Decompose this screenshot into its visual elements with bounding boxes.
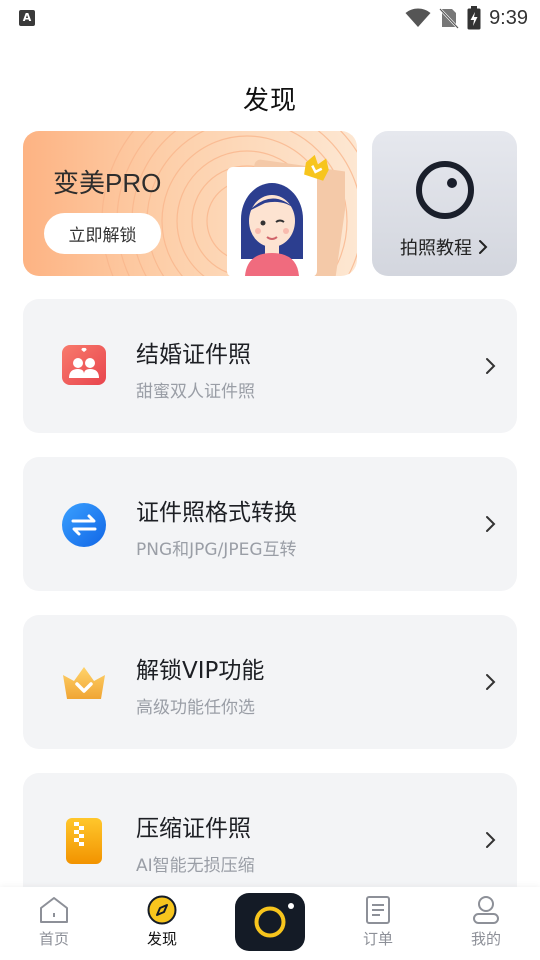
tab-label: 首页 <box>38 930 69 948</box>
order-icon <box>366 896 390 924</box>
tab-label: 发现 <box>146 930 177 948</box>
card-title: 压缩证件照 <box>136 816 251 842</box>
discover-screen: A 9:39 发现 变美PRO 立即解锁 拍照教程 结婚证件照 甜蜜双人证件照 … <box>0 0 540 960</box>
chevron-right-icon <box>479 240 488 254</box>
girl-portrait-illustration <box>227 154 345 276</box>
battery-charging-icon <box>467 6 481 30</box>
card-subtitle: AI智能无损压缩 <box>136 856 255 876</box>
card-subtitle: PNG和JPG/JPEG互转 <box>136 540 297 560</box>
camera-icon <box>254 903 294 938</box>
chevron-right-icon <box>486 832 496 848</box>
unlock-now-button[interactable]: 立即解锁 <box>44 213 161 254</box>
status-icons: 9:39 <box>405 6 528 30</box>
tab-orders[interactable]: 订单 <box>338 895 418 955</box>
bottom-navigation: 首页 发现 订单 我的 <box>0 887 540 960</box>
feature-card-format-convert[interactable]: 证件照格式转换 PNG和JPG/JPEG互转 <box>23 457 517 591</box>
tab-label: 订单 <box>362 930 393 948</box>
chevron-right-icon <box>486 674 496 690</box>
wifi-icon <box>405 8 431 27</box>
profile-icon <box>473 896 499 924</box>
camera-button[interactable] <box>235 893 305 951</box>
swap-icon <box>62 503 106 547</box>
status-bar: A 9:39 <box>0 0 540 36</box>
crown-icon <box>63 667 105 699</box>
tab-home[interactable]: 首页 <box>14 895 94 955</box>
pro-banner[interactable]: 变美PRO 立即解锁 <box>23 131 357 276</box>
lens-icon <box>416 161 474 219</box>
status-time: 9:39 <box>489 6 528 29</box>
card-subtitle: 高级功能任你选 <box>136 698 255 718</box>
card-title: 解锁VIP功能 <box>136 658 265 684</box>
feature-card-unlock-vip[interactable]: 解锁VIP功能 高级功能任你选 <box>23 615 517 749</box>
home-icon <box>40 897 68 923</box>
tab-profile[interactable]: 我的 <box>446 895 526 955</box>
photo-tutorial-banner[interactable]: 拍照教程 <box>372 131 517 276</box>
chevron-right-icon <box>486 358 496 374</box>
no-sim-icon <box>439 8 459 29</box>
tutorial-label: 拍照教程 <box>400 238 472 259</box>
chevron-right-icon <box>486 516 496 532</box>
compass-icon <box>147 895 177 925</box>
pro-title: 变美PRO <box>53 168 162 198</box>
feature-card-marriage-photo[interactable]: 结婚证件照 甜蜜双人证件照 <box>23 299 517 433</box>
tab-label: 我的 <box>470 930 501 948</box>
page-title: 发现 <box>242 86 297 116</box>
card-title: 结婚证件照 <box>136 342 251 368</box>
photo-tutorial-link[interactable]: 拍照教程 <box>400 234 488 260</box>
zip-icon <box>66 818 102 864</box>
tab-discover[interactable]: 发现 <box>122 895 202 955</box>
card-subtitle: 甜蜜双人证件照 <box>136 382 255 402</box>
card-title: 证件照格式转换 <box>136 500 297 526</box>
accessibility-icon: A <box>19 10 35 26</box>
couple-icon <box>62 345 106 385</box>
